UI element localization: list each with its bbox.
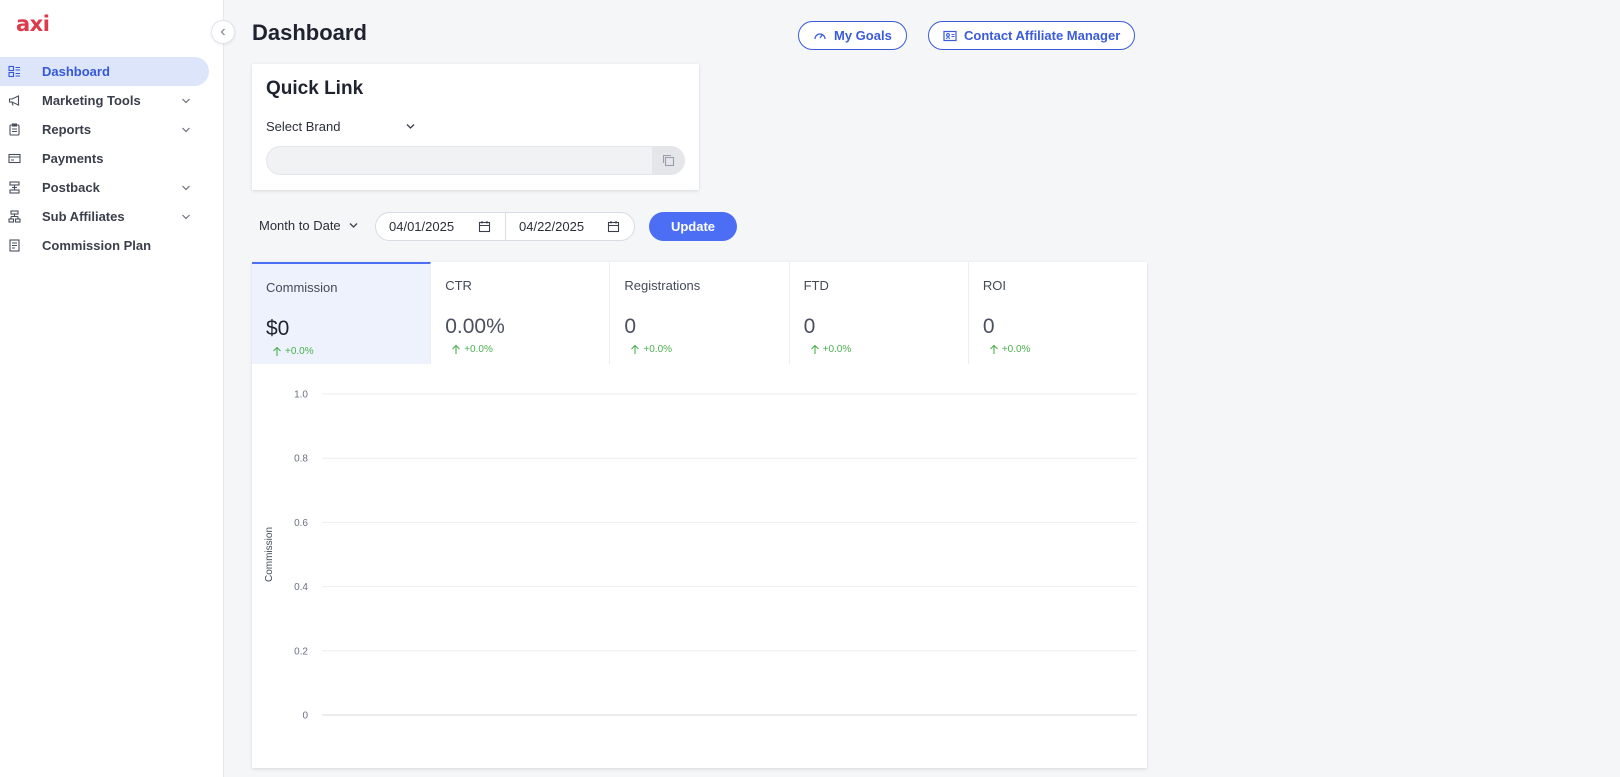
metric-name: ROI (982, 278, 1006, 293)
metric-name: Commission (266, 280, 338, 295)
arrow-up-icon (452, 344, 461, 354)
select-brand-label: Select Brand (266, 118, 341, 134)
copy-link-button[interactable] (652, 147, 684, 174)
metric-value: 0.00% (445, 315, 505, 338)
y-tick-label: 0.8 (294, 454, 308, 465)
credit-card-icon (8, 152, 21, 165)
metric-tab-ctr[interactable]: CTR 0.00% +0.0% (431, 262, 611, 364)
metric-value: 0 (803, 315, 816, 338)
metric-name: CTR (445, 278, 472, 293)
sidebar-item-label: Payments (42, 151, 104, 166)
y-tick-label: 0.2 (294, 646, 308, 657)
collapse-sidebar-button[interactable] (211, 20, 235, 44)
sidebar-item-label: Commission Plan (42, 238, 152, 253)
copy-icon (662, 154, 674, 167)
metric-tab-registrations[interactable]: Registrations 0 +0.0% (610, 262, 790, 364)
commission-chart-svg: 1.0 0.8 0.6 0.4 0.2 0 Commission (264, 390, 1137, 722)
stats-card: Commission $0 +0.0% CTR 0.00% +0.0% Registrati… (252, 262, 1147, 768)
metric-change-value: +0.0% (285, 346, 314, 357)
hierarchy-icon (8, 210, 21, 223)
y-tick-label: 0.4 (294, 582, 308, 593)
clipboard-icon (8, 123, 21, 136)
sidebar: axi Dashboard Marketing Tools Reports Payme… (0, 0, 224, 777)
update-button[interactable]: Update (649, 212, 737, 241)
metric-change: +0.0% (989, 344, 1031, 355)
metric-name: FTD (803, 278, 829, 293)
metric-change: +0.0% (630, 344, 672, 355)
y-tick-label: 0.6 (294, 518, 308, 529)
quick-link-field[interactable] (266, 146, 685, 175)
sidebar-item-label: Reports (42, 122, 92, 137)
arrow-up-icon (631, 344, 640, 354)
page-title: Dashboard (252, 20, 367, 45)
sidebar-nav: Dashboard Marketing Tools Reports Payments P… (0, 57, 209, 260)
sidebar-item-dashboard[interactable]: Dashboard (0, 57, 209, 86)
quick-link-title: Quick Link (266, 78, 364, 99)
sidebar-item-commission-plan[interactable]: Commission Plan (0, 231, 209, 260)
sidebar-item-payments[interactable]: Payments (0, 144, 209, 173)
sidebar-item-label: Postback (42, 180, 100, 195)
document-icon (8, 239, 21, 252)
sidebar-item-label: Sub Affiliates (42, 209, 125, 224)
chevron-down-icon (180, 182, 192, 194)
axi-logo[interactable]: axi (16, 12, 50, 36)
date-range-picker: 04/01/2025 04/22/2025 (375, 212, 635, 241)
my-goals-label: My Goals (834, 28, 892, 43)
arrow-up-icon (989, 344, 998, 354)
main-content: Dashboard My Goals Contact Affiliate Man… (224, 0, 1620, 777)
sidebar-item-label: Marketing Tools (42, 93, 141, 108)
period-dropdown[interactable]: Month to Date (259, 212, 359, 238)
metric-change-value: +0.0% (464, 344, 493, 355)
chevron-down-icon (180, 124, 192, 136)
metric-tab-commission[interactable]: Commission $0 +0.0% (252, 262, 432, 364)
dashboard-icon (8, 65, 21, 78)
quick-link-card: Quick Link Select Brand (252, 64, 699, 190)
metric-change: +0.0% (810, 344, 852, 355)
chevron-left-icon (220, 28, 225, 36)
sidebar-item-reports[interactable]: Reports (0, 115, 209, 144)
arrow-up-icon (810, 344, 819, 354)
arrow-up-icon (273, 346, 281, 356)
metric-change: +0.0% (451, 344, 493, 355)
start-date-input[interactable]: 04/01/2025 (376, 213, 505, 240)
end-date-value: 04/22/2025 (519, 219, 585, 234)
metric-tab-ftd[interactable]: FTD 0 +0.0% (790, 262, 969, 364)
sidebar-item-marketing-tools[interactable]: Marketing Tools (0, 86, 209, 115)
metric-value: 0 (982, 315, 995, 338)
metric-name: Registrations (624, 278, 701, 293)
chevron-down-icon (180, 95, 192, 107)
chevron-down-icon (349, 222, 358, 228)
sidebar-item-postback[interactable]: Postback (0, 173, 209, 202)
contact-affiliate-manager-button[interactable]: Contact Affiliate Manager (928, 21, 1136, 50)
chevron-down-icon (406, 124, 415, 129)
select-brand-dropdown[interactable]: Select Brand (266, 115, 416, 137)
commission-chart: 1.0 0.8 0.6 0.4 0.2 0 Commission (252, 364, 1147, 758)
sidebar-item-label: Dashboard (42, 64, 110, 79)
metric-tabs: Commission $0 +0.0% CTR 0.00% +0.0% Registrati… (252, 262, 1147, 364)
period-label: Month to Date (259, 217, 341, 233)
metric-value: $0 (266, 317, 290, 340)
calendar-icon (478, 221, 491, 233)
metric-change-value: +0.0% (643, 344, 673, 355)
postback-icon (8, 181, 21, 194)
metric-change: +0.0% (272, 346, 314, 357)
gauge-icon (814, 32, 826, 39)
y-tick-label: 0 (302, 711, 308, 722)
megaphone-icon (8, 94, 21, 107)
start-date-value: 04/01/2025 (389, 219, 455, 234)
y-axis-label: Commission (264, 527, 275, 582)
metric-change-value: +0.0% (1001, 344, 1031, 355)
sidebar-item-sub-affiliates[interactable]: Sub Affiliates (0, 202, 209, 231)
contact-affiliate-manager-label: Contact Affiliate Manager (964, 28, 1121, 43)
metric-tab-roi[interactable]: ROI 0 +0.0% (969, 262, 1147, 364)
contact-card-icon (943, 30, 957, 41)
y-tick-label: 1.0 (294, 390, 308, 401)
end-date-input[interactable]: 04/22/2025 (505, 213, 634, 240)
metric-change-value: +0.0% (822, 344, 852, 355)
chevron-down-icon (180, 211, 192, 223)
calendar-icon (607, 221, 620, 233)
my-goals-button[interactable]: My Goals (798, 21, 907, 50)
metric-value: 0 (624, 315, 637, 338)
